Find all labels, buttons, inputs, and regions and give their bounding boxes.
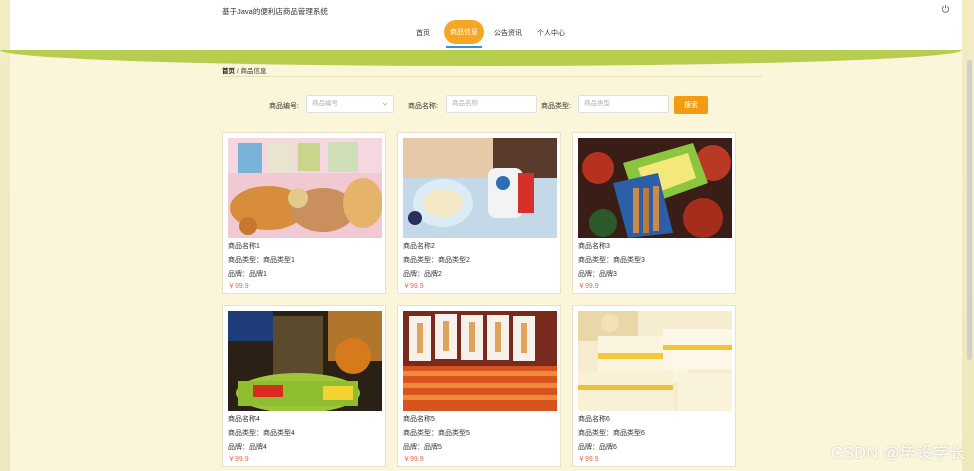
breadcrumb-separator: / xyxy=(236,68,239,75)
header: 基于Java的便利店商品管理系统 首页 商品信息 公告资讯 个人中心 xyxy=(10,0,962,52)
header-band xyxy=(0,50,962,66)
product-name: 商品名称4 xyxy=(228,416,260,423)
name-input[interactable]: 商品名称 xyxy=(446,95,537,113)
watermark: CSDN @毕设学长 xyxy=(830,445,966,462)
type-input[interactable]: 商品类型 xyxy=(578,95,669,113)
code-label: 商品编号: xyxy=(269,103,299,110)
product-image[interactable] xyxy=(578,311,732,411)
product-name: 商品名称3 xyxy=(578,243,610,250)
product-brand: 品牌：品牌2 xyxy=(403,271,442,278)
product-brand: 品牌：品牌5 xyxy=(403,444,442,451)
type-label: 商品类型: xyxy=(541,103,571,110)
product-price: ￥99.9 xyxy=(578,283,599,290)
product-type: 商品类型：商品类型2 xyxy=(403,257,470,264)
site-title: 基于Java的便利店商品管理系统 xyxy=(222,7,328,16)
code-placeholder: 商品编号 xyxy=(312,100,338,107)
product-type: 商品类型：商品类型1 xyxy=(228,257,295,264)
nav-product-info-label: 商品信息 xyxy=(450,29,478,36)
name-label: 商品名称: xyxy=(408,103,438,110)
product-name: 商品名称6 xyxy=(578,416,610,423)
nav-home[interactable]: 首页 xyxy=(416,28,430,38)
product-image[interactable] xyxy=(403,138,557,238)
product-price: ￥99.9 xyxy=(228,283,249,290)
product-price: ￥99.9 xyxy=(228,456,249,463)
product-name: 商品名称2 xyxy=(403,243,435,250)
breadcrumb-home[interactable]: 首页 xyxy=(222,68,235,75)
product-image[interactable] xyxy=(578,138,732,238)
product-type: 商品类型：商品类型6 xyxy=(578,430,645,437)
product-brand: 品牌：品牌4 xyxy=(228,444,267,451)
product-card[interactable]: 商品名称4 商品类型：商品类型4 品牌：品牌4 ￥99.9 xyxy=(222,305,386,467)
product-brand: 品牌：品牌1 xyxy=(228,271,267,278)
product-price: ￥99.9 xyxy=(403,456,424,463)
nav-personal-center[interactable]: 个人中心 xyxy=(537,28,565,38)
search-bar: 商品编号: 商品编号 商品名称: 商品名称 商品类型: 商品类型 搜索 xyxy=(0,95,974,115)
product-price: ￥99.9 xyxy=(578,456,599,463)
product-type: 商品类型：商品类型3 xyxy=(578,257,645,264)
product-brand: 品牌：品牌6 xyxy=(578,444,617,451)
product-card[interactable]: 商品名称5 商品类型：商品类型5 品牌：品牌5 ￥99.9 xyxy=(397,305,561,467)
chevron-down-icon xyxy=(382,102,388,106)
breadcrumb-divider xyxy=(222,76,762,77)
type-placeholder: 商品类型 xyxy=(584,100,610,107)
product-image[interactable] xyxy=(403,311,557,411)
power-icon[interactable] xyxy=(941,4,950,13)
product-card[interactable]: 商品名称1 商品类型：商品类型1 品牌：品牌1 ￥99.9 xyxy=(222,132,386,294)
product-image[interactable] xyxy=(228,311,382,411)
code-select[interactable]: 商品编号 xyxy=(306,95,394,113)
breadcrumb: 首页 / 商品信息 xyxy=(222,65,266,75)
product-card[interactable]: 商品名称6 商品类型：商品类型6 品牌：品牌6 ￥99.9 xyxy=(572,305,736,467)
product-name: 商品名称5 xyxy=(403,416,435,423)
product-type: 商品类型：商品类型5 xyxy=(403,430,470,437)
product-card[interactable]: 商品名称2 商品类型：商品类型2 品牌：品牌2 ￥99.9 xyxy=(397,132,561,294)
product-name: 商品名称1 xyxy=(228,243,260,250)
name-placeholder: 商品名称 xyxy=(452,100,478,107)
nav-product-info[interactable]: 商品信息 xyxy=(444,20,484,48)
search-button[interactable]: 搜索 xyxy=(674,96,708,114)
product-price: ￥99.9 xyxy=(403,283,424,290)
page-edge-right xyxy=(962,0,974,471)
page-edge-left xyxy=(0,0,10,471)
breadcrumb-current: 商品信息 xyxy=(240,68,267,75)
product-type: 商品类型：商品类型4 xyxy=(228,430,295,437)
product-brand: 品牌：品牌3 xyxy=(578,271,617,278)
nav-announcements[interactable]: 公告资讯 xyxy=(494,28,522,38)
product-image[interactable] xyxy=(228,138,382,238)
product-card[interactable]: 商品名称3 商品类型：商品类型3 品牌：品牌3 ￥99.9 xyxy=(572,132,736,294)
main-nav: 首页 商品信息 公告资讯 个人中心 xyxy=(10,18,962,48)
